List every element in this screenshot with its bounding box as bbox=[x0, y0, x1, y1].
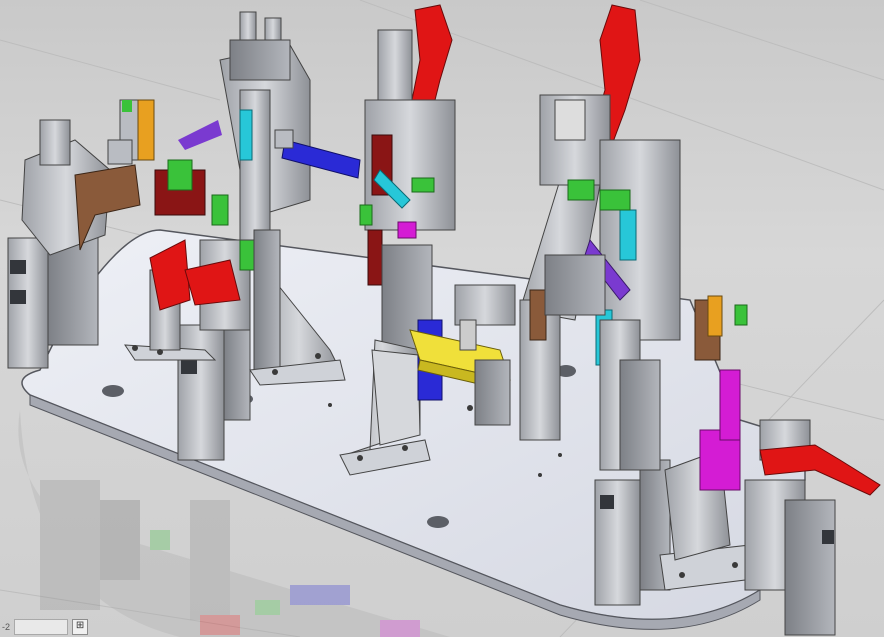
statusbar-field[interactable] bbox=[14, 619, 69, 635]
plate-hole bbox=[427, 516, 449, 528]
statusbar-label: -2 bbox=[2, 622, 11, 632]
cad-3d-viewport[interactable] bbox=[0, 0, 884, 637]
plate-hole bbox=[102, 385, 124, 397]
view-triad-icon[interactable]: ⊞ bbox=[72, 619, 89, 635]
viewport-statusbar: -2 ⊞ bbox=[0, 617, 102, 637]
